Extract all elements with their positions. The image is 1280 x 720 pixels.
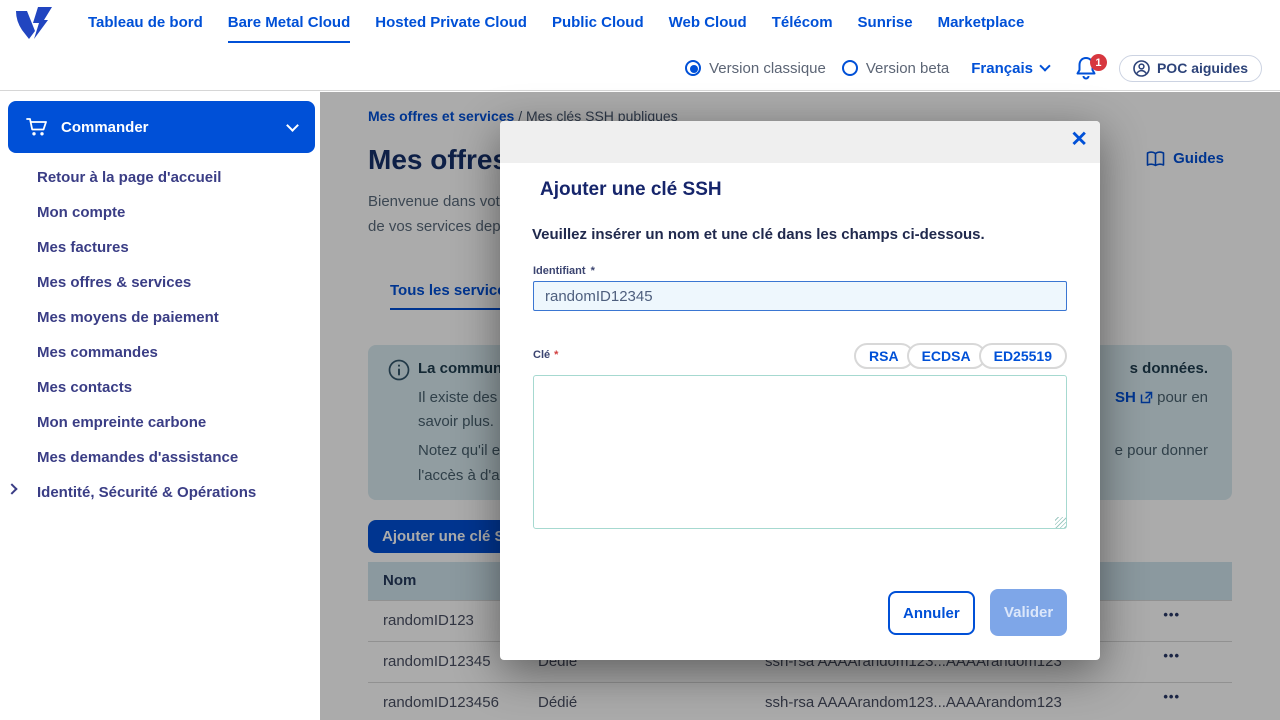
sidebar-item-label: Identité, Sécurité & Opérations <box>37 484 257 501</box>
key-label: Clé * <box>533 349 558 361</box>
nav-telecom[interactable]: Télécom <box>772 2 833 45</box>
sidebar-item-demandes-assistance[interactable]: Mes demandes d'assistance <box>0 440 320 475</box>
identifier-label: Identifiant * <box>533 265 595 277</box>
version-beta-label: Version beta <box>865 59 950 77</box>
nav-public-cloud[interactable]: Public Cloud <box>552 2 644 45</box>
modal-header: ✕ <box>500 121 1100 163</box>
sidebar-item-mes-factures[interactable]: Mes factures <box>0 230 320 265</box>
cart-icon <box>26 118 47 136</box>
ovh-logo-icon <box>16 7 52 39</box>
nav-hosted-private-cloud[interactable]: Hosted Private Cloud <box>375 2 527 45</box>
identifier-input[interactable] <box>533 281 1067 311</box>
submit-button[interactable]: Valider <box>990 589 1068 636</box>
primary-nav: Tableau de bord Bare Metal Cloud Hosted … <box>88 2 1024 45</box>
order-button-label: Commander <box>61 118 149 136</box>
account-menu-button[interactable]: POC aiguides <box>1118 54 1262 82</box>
nav-sunrise[interactable]: Sunrise <box>858 2 913 45</box>
add-ssh-key-modal: ✕ Ajouter une clé SSH Veuillez insérer u… <box>500 121 1100 660</box>
version-classic-label: Version classique <box>709 59 826 77</box>
chevron-down-icon <box>286 118 299 132</box>
top-header: Tableau de bord Bare Metal Cloud Hosted … <box>0 0 1280 91</box>
sidebar-item-mes-contacts[interactable]: Mes contacts <box>0 370 320 405</box>
notification-badge: 1 <box>1089 54 1107 71</box>
key-textarea[interactable] <box>533 375 1067 529</box>
modal-title: Ajouter une clé SSH <box>540 179 722 200</box>
version-classic-radio[interactable]: Version classique <box>685 60 826 77</box>
sidebar-item-moyens-paiement[interactable]: Mes moyens de paiement <box>0 300 320 335</box>
required-mark: * <box>590 265 595 277</box>
user-circle-icon <box>1133 59 1150 77</box>
key-type-ed25519-button[interactable]: ED25519 <box>978 343 1067 369</box>
order-button[interactable]: Commander <box>8 101 315 153</box>
identifier-label-text: Identifiant <box>533 265 586 277</box>
modal-subtitle: Veuillez insérer un nom et une clé dans … <box>532 226 985 243</box>
notifications-button[interactable]: 1 <box>1075 54 1107 80</box>
sidebar-item-empreinte-carbone[interactable]: Mon empreinte carbone <box>0 405 320 440</box>
chevron-down-icon <box>1039 60 1051 72</box>
secondary-controls-row: Version classique Version beta Français … <box>685 46 1262 90</box>
language-selector[interactable]: Français <box>971 59 1051 77</box>
key-type-segmented-control: RSA ECDSA ED25519 <box>854 343 1067 369</box>
primary-nav-row: Tableau de bord Bare Metal Cloud Hosted … <box>0 0 1280 46</box>
radio-selected-icon <box>685 60 702 76</box>
sidebar-item-identite-securite[interactable]: Identité, Sécurité & Opérations <box>0 475 320 510</box>
key-label-text: Clé <box>533 349 551 361</box>
sidebar-item-mes-offres-services[interactable]: Mes offres & services <box>0 265 320 300</box>
version-beta-radio[interactable]: Version beta <box>841 59 950 77</box>
sidebar-menu: Retour à la page d'accueil Mon compte Me… <box>0 160 320 510</box>
key-type-ecdsa-button[interactable]: ECDSA <box>906 343 986 369</box>
nav-web-cloud[interactable]: Web Cloud <box>669 2 747 45</box>
sidebar: Commander Retour à la page d'accueil Mon… <box>0 92 320 720</box>
radio-unselected-icon <box>841 60 858 76</box>
key-type-rsa-button[interactable]: RSA <box>854 343 914 369</box>
cancel-button[interactable]: Annuler <box>888 591 975 635</box>
required-mark: * <box>554 349 559 361</box>
sidebar-item-mes-commandes[interactable]: Mes commandes <box>0 335 320 370</box>
nav-bare-metal-cloud[interactable]: Bare Metal Cloud <box>227 2 350 45</box>
account-label: POC aiguides <box>1156 60 1248 76</box>
chevron-right-icon <box>6 483 18 495</box>
nav-tableau-de-bord[interactable]: Tableau de bord <box>88 2 203 45</box>
ovh-logo[interactable] <box>14 6 56 40</box>
nav-marketplace[interactable]: Marketplace <box>938 2 1025 45</box>
sidebar-item-mon-compte[interactable]: Mon compte <box>0 195 320 230</box>
language-label: Français <box>971 59 1033 77</box>
sidebar-item-accueil[interactable]: Retour à la page d'accueil <box>0 160 320 195</box>
close-icon[interactable]: ✕ <box>1070 127 1088 152</box>
